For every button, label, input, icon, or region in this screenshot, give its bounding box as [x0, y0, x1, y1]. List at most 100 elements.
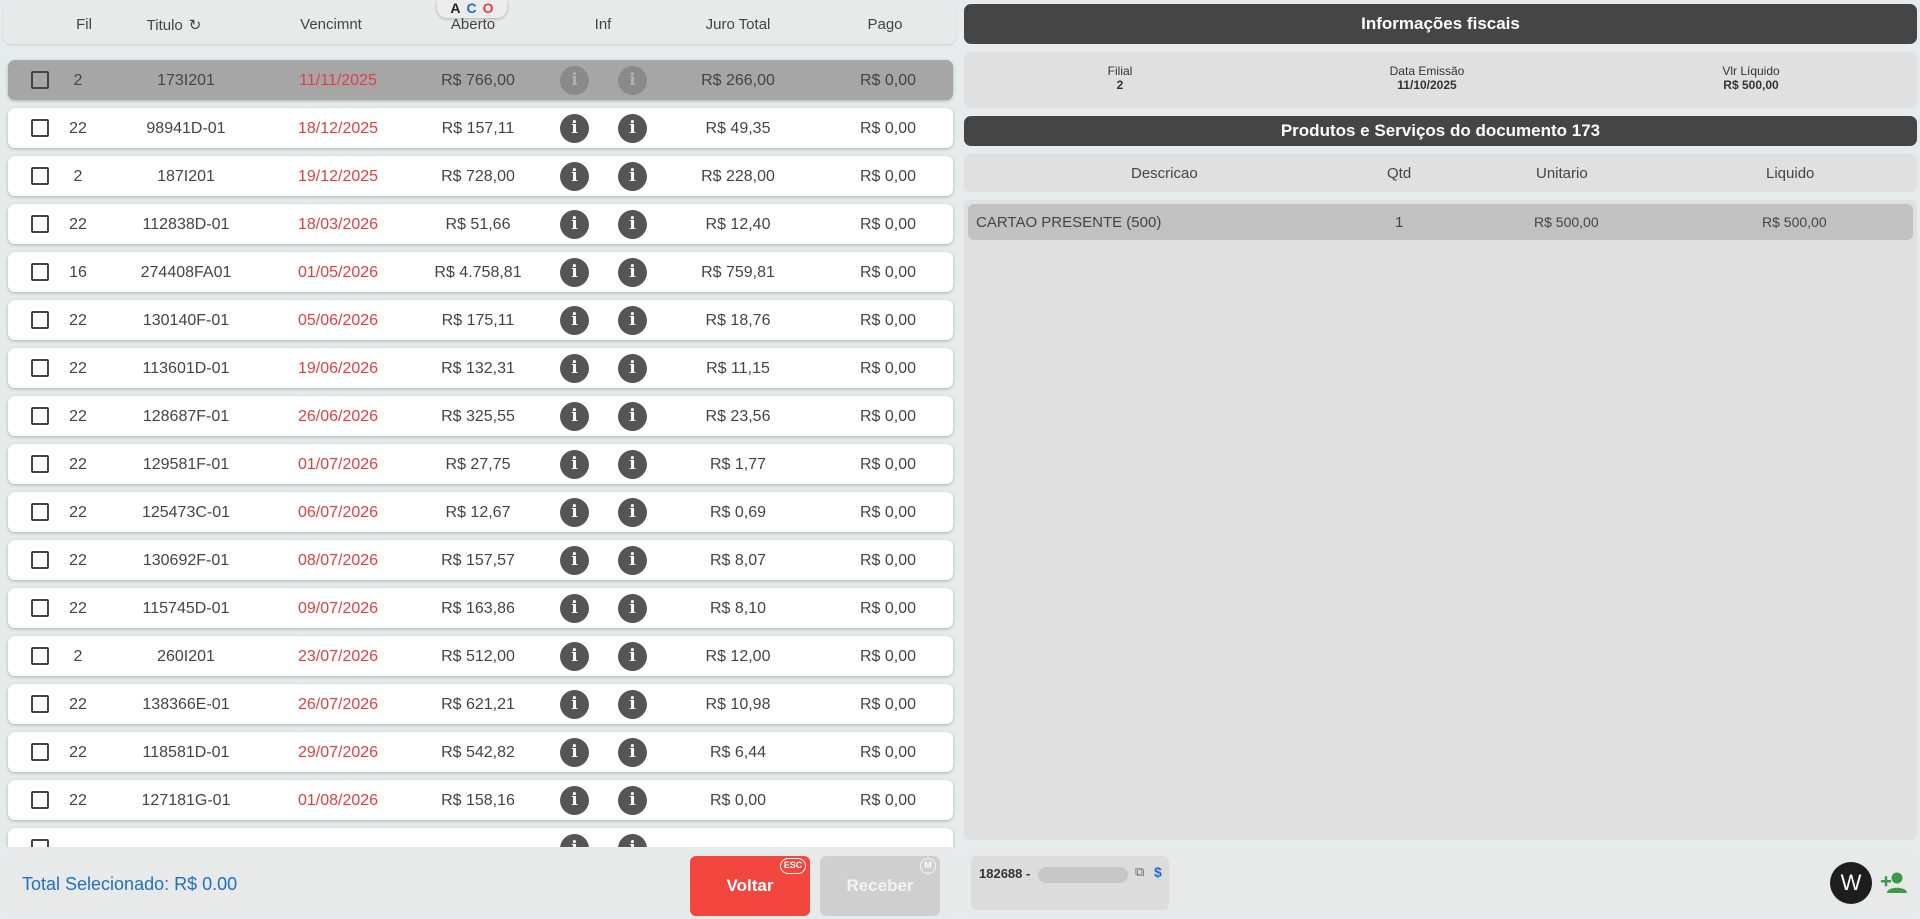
details-info-icon[interactable]: i	[618, 306, 647, 335]
info-icon[interactable]: i	[560, 834, 589, 847]
cell-vencimento: 01/05/2026	[297, 264, 379, 281]
row-checkbox[interactable]	[31, 359, 49, 377]
details-info-icon[interactable]: i	[618, 114, 647, 143]
row-checkbox[interactable]	[31, 455, 49, 473]
row-checkbox[interactable]	[31, 119, 49, 137]
info-icon[interactable]: i	[560, 498, 589, 527]
client-id: 182688 -	[979, 866, 1031, 881]
info-icon[interactable]: i	[560, 546, 589, 575]
row-checkbox[interactable]	[31, 71, 49, 89]
details-info-icon[interactable]: i	[618, 594, 647, 623]
cell-aberto: R$ 157,11	[441, 120, 515, 137]
row-checkbox[interactable]	[31, 167, 49, 185]
info-icon[interactable]: i	[560, 402, 589, 431]
details-info-icon[interactable]: i	[618, 162, 647, 191]
receber-button[interactable]: Receber M	[820, 856, 940, 916]
row-checkbox[interactable]	[31, 215, 49, 233]
row-checkbox[interactable]	[31, 311, 49, 329]
refresh-icon[interactable]: ↻	[189, 16, 202, 34]
info-icon[interactable]: i	[560, 786, 589, 815]
details-info-icon[interactable]: i	[618, 354, 647, 383]
details-info-icon[interactable]: i	[618, 786, 647, 815]
info-icon[interactable]: i	[560, 450, 589, 479]
liquido-value: R$ 500,00	[1723, 78, 1779, 92]
details-info-icon[interactable]: i	[618, 546, 647, 575]
prod-unitario: R$ 500,00	[1534, 214, 1599, 230]
table-row[interactable]: 22 129581F-01 01/07/2026 R$ 27,75 R$ 1,77 R$ …	[8, 444, 953, 484]
col-unitario: Unitario	[1536, 165, 1588, 182]
table-row[interactable]: 22 125473C-01 06/07/2026 R$ 12,67 R$ 0,69 R$ …	[8, 492, 953, 532]
info-icon[interactable]: i	[560, 114, 589, 143]
cell-juro: R$ 0,69	[709, 504, 767, 521]
table-row[interactable]: 22 112838D-01 18/03/2026 R$ 51,66 R$ 12,40 R$…	[8, 204, 953, 244]
row-checkbox[interactable]	[31, 503, 49, 521]
copy-icon[interactable]: ⧉	[1135, 864, 1144, 880]
whatsapp-button[interactable]: W	[1830, 862, 1872, 904]
dollar-icon[interactable]: $	[1154, 864, 1162, 880]
details-info-icon[interactable]: i	[618, 210, 647, 239]
details-info-icon[interactable]: i	[618, 66, 647, 95]
info-icon[interactable]: i	[560, 66, 589, 95]
info-icon[interactable]: i	[560, 162, 589, 191]
info-icon[interactable]: i	[560, 642, 589, 671]
details-info-icon[interactable]: i	[618, 498, 647, 527]
info-icon[interactable]: i	[560, 258, 589, 287]
row-checkbox[interactable]	[31, 791, 49, 809]
table-row[interactable]: 2 187I201 19/12/2025 R$ 728,00 R$ 228,00 R$ 0…	[8, 156, 953, 196]
details-info-icon[interactable]: i	[618, 690, 647, 719]
voltar-button[interactable]: Voltar ESC	[690, 856, 810, 916]
row-checkbox[interactable]	[31, 695, 49, 713]
sort-toggle[interactable]: ACO	[437, 0, 507, 18]
titles-list: 2 173I201 11/11/2025 R$ 766,00 R$ 266,00 R$ 0…	[3, 52, 956, 847]
sort-a[interactable]: A	[450, 0, 460, 16]
add-user-icon[interactable]	[1878, 868, 1912, 898]
table-row[interactable]: ii	[8, 828, 953, 847]
row-checkbox[interactable]	[31, 647, 49, 665]
details-info-icon[interactable]: i	[618, 834, 647, 847]
row-checkbox[interactable]	[31, 839, 49, 847]
col-pago[interactable]: Pago	[855, 16, 915, 33]
details-info-icon[interactable]: i	[618, 402, 647, 431]
table-row[interactable]: 2 260I201 23/07/2026 R$ 512,00 R$ 12,00 R$ 0,…	[8, 636, 953, 676]
sort-o[interactable]: O	[483, 0, 494, 16]
col-aberto[interactable]: Aberto	[433, 16, 513, 33]
table-row[interactable]: CARTAO PRESENTE (500) 1 R$ 500,00 R$ 500…	[968, 204, 1913, 240]
cell-pago: R$ 0,00	[859, 216, 917, 233]
cell-juro: R$ 12,00	[705, 648, 771, 665]
info-icon[interactable]: i	[560, 306, 589, 335]
row-checkbox[interactable]	[31, 743, 49, 761]
cell-pago: R$ 0,00	[859, 120, 917, 137]
details-info-icon[interactable]: i	[618, 642, 647, 671]
table-row[interactable]: 22 130692F-01 08/07/2026 R$ 157,57 R$ 8,07 R$…	[8, 540, 953, 580]
info-icon[interactable]: i	[560, 210, 589, 239]
sort-c[interactable]: C	[467, 0, 477, 16]
details-info-icon[interactable]: i	[618, 738, 647, 767]
details-info-icon[interactable]: i	[618, 450, 647, 479]
info-icon[interactable]: i	[560, 690, 589, 719]
table-row[interactable]: 22 118581D-01 29/07/2026 R$ 542,82 R$ 6,44 R$…	[8, 732, 953, 772]
cell-juro: R$ 11,15	[706, 360, 770, 377]
table-row[interactable]: 22 127181G-01 01/08/2026 R$ 158,16 R$ 0,00 R$…	[8, 780, 953, 820]
row-checkbox[interactable]	[31, 599, 49, 617]
table-row[interactable]: 2 173I201 11/11/2025 R$ 766,00 R$ 266,00 R$ 0…	[8, 60, 953, 100]
table-row[interactable]: 22 115745D-01 09/07/2026 R$ 163,86 R$ 8,10 R$…	[8, 588, 953, 628]
info-icon[interactable]: i	[560, 594, 589, 623]
col-vencimento[interactable]: Vencimnt	[286, 16, 376, 33]
table-row[interactable]: 22 98941D-01 18/12/2025 R$ 157,11 R$ 49,35 R$…	[8, 108, 953, 148]
row-checkbox[interactable]	[31, 407, 49, 425]
cell-juro: R$ 1,77	[709, 456, 767, 473]
info-icon[interactable]: i	[560, 354, 589, 383]
table-row[interactable]: 16 274408FA01 01/05/2026 R$ 4.758,81 R$ 759,…	[8, 252, 953, 292]
col-juro[interactable]: Juro Total	[693, 16, 783, 33]
table-row[interactable]: 22 138366E-01 26/07/2026 R$ 621,21 R$ 10,98 R…	[8, 684, 953, 724]
row-checkbox[interactable]	[31, 551, 49, 569]
details-info-icon[interactable]: i	[618, 258, 647, 287]
cell-titulo: 173I201	[157, 72, 215, 89]
row-checkbox[interactable]	[31, 263, 49, 281]
table-row[interactable]: 22 113601D-01 19/06/2026 R$ 132,31 R$ 11,15 R…	[8, 348, 953, 388]
table-row[interactable]: 22 128687F-01 26/06/2026 R$ 325,55 R$ 23,56 R…	[8, 396, 953, 436]
info-icon[interactable]: i	[560, 738, 589, 767]
client-card[interactable]: 182688 - ⧉ $	[971, 856, 1169, 910]
cell-aberto: R$ 175,11	[441, 312, 515, 329]
table-row[interactable]: 22 130140F-01 05/06/2026 R$ 175,11 R$ 18,76 R…	[8, 300, 953, 340]
